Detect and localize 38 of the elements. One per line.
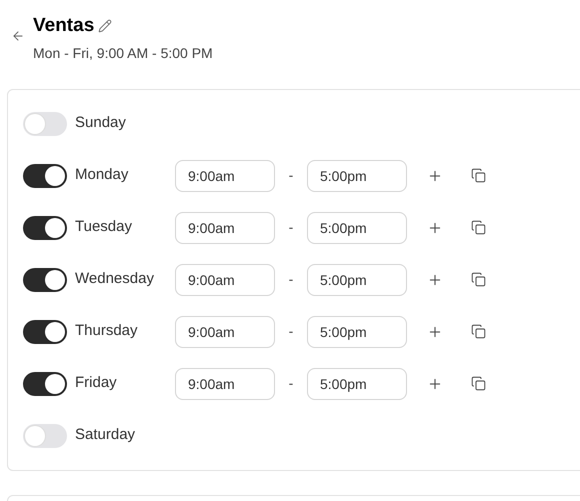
time-separator: - (288, 166, 294, 185)
copy-icon[interactable] (471, 324, 486, 339)
time-separator: - (288, 218, 294, 237)
day-toggle[interactable] (23, 216, 67, 240)
end-time-field[interactable]: 5:00pm (307, 264, 407, 296)
back-button[interactable] (11, 29, 25, 43)
day-toggle[interactable] (23, 112, 67, 136)
day-label: Monday (75, 165, 130, 186)
start-time-field[interactable]: 9:00am (175, 316, 275, 348)
day-toggle[interactable] (23, 372, 67, 396)
copy-icon[interactable] (471, 220, 486, 235)
end-time-field[interactable]: 5:00pm (307, 212, 407, 244)
day-toggle[interactable] (23, 164, 67, 188)
day-label: Tuesday (75, 217, 133, 238)
day-toggle[interactable] (23, 320, 67, 344)
start-time-field[interactable]: 9:00am (175, 212, 275, 244)
day-label: Sunday (75, 113, 127, 134)
copy-icon[interactable] (471, 376, 486, 391)
time-separator: - (288, 374, 294, 393)
day-toggle[interactable] (23, 424, 67, 448)
day-label: Wednesday (75, 269, 155, 290)
start-time-field[interactable]: 9:00am (175, 160, 275, 192)
day-label: Thursday (75, 321, 139, 342)
start-time-field[interactable]: 9:00am (175, 264, 275, 296)
time-separator: - (288, 270, 294, 289)
copy-icon[interactable] (471, 168, 486, 183)
day-label: Friday (75, 373, 118, 394)
schedule-summary: Mon - Fri, 9:00 AM - 5:00 PM (33, 44, 213, 62)
start-time-field[interactable]: 9:00am (175, 368, 275, 400)
edit-icon[interactable] (98, 19, 112, 34)
end-time-field[interactable]: 5:00pm (307, 160, 407, 192)
time-separator: - (288, 322, 294, 341)
copy-icon[interactable] (471, 272, 486, 287)
day-label: Saturday (75, 425, 136, 446)
end-time-field[interactable]: 5:00pm (307, 368, 407, 400)
schedule-title: Ventas (33, 14, 94, 38)
day-toggle[interactable] (23, 268, 67, 292)
end-time-field[interactable]: 5:00pm (307, 316, 407, 348)
